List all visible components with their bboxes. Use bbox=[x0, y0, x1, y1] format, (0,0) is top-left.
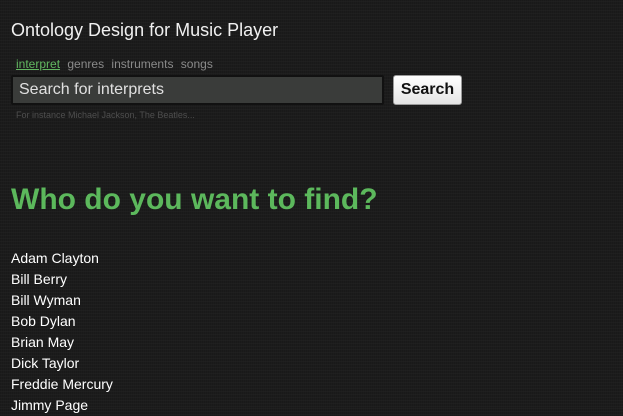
tab-instruments[interactable]: instruments bbox=[111, 57, 173, 71]
list-item[interactable]: Bill Berry bbox=[11, 269, 113, 290]
list-item[interactable]: Freddie Mercury bbox=[11, 374, 113, 395]
list-item[interactable]: Bob Dylan bbox=[11, 311, 113, 332]
tab-interpret[interactable]: interpret bbox=[16, 57, 60, 71]
category-tabs: interpret genres instruments songs bbox=[16, 57, 217, 71]
list-item[interactable]: Dick Taylor bbox=[11, 353, 113, 374]
interpret-list: Adam Clayton Bill Berry Bill Wyman Bob D… bbox=[11, 248, 113, 416]
search-input[interactable] bbox=[11, 75, 384, 105]
list-item[interactable]: Jimmy Page bbox=[11, 395, 113, 416]
tab-genres[interactable]: genres bbox=[67, 57, 104, 71]
search-hint: For instance Michael Jackson, The Beatle… bbox=[16, 110, 195, 120]
tab-songs[interactable]: songs bbox=[181, 57, 213, 71]
search-button[interactable]: Search bbox=[393, 75, 462, 105]
list-item[interactable]: Bill Wyman bbox=[11, 290, 113, 311]
page-title: Ontology Design for Music Player bbox=[11, 20, 279, 40]
section-heading: Who do you want to find? bbox=[11, 183, 378, 216]
list-item[interactable]: Brian May bbox=[11, 332, 113, 353]
list-item[interactable]: Adam Clayton bbox=[11, 248, 113, 269]
